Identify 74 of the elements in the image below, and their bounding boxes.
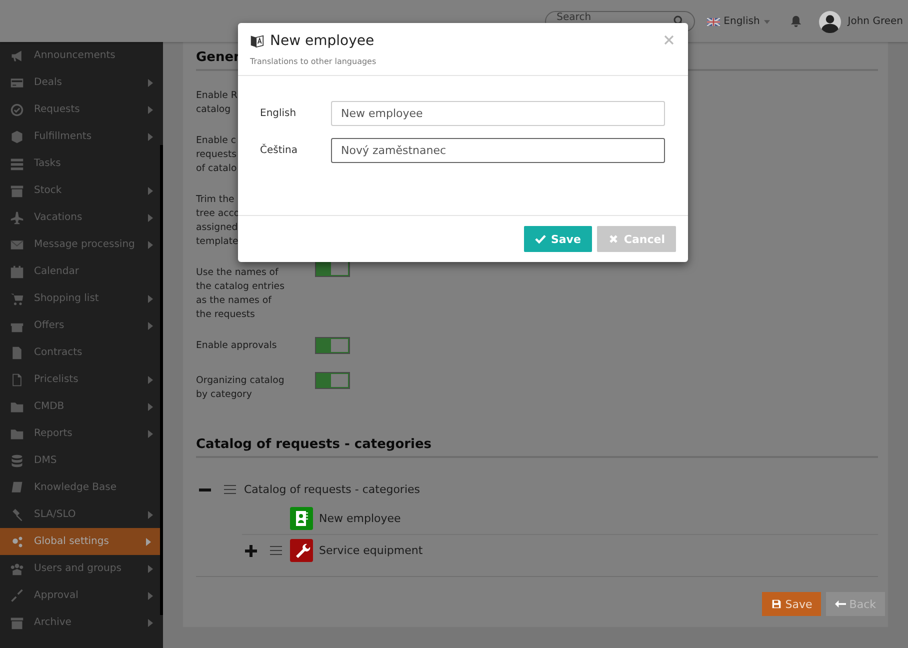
- sidebar-item[interactable]: Archive: [0, 609, 163, 636]
- language-menu[interactable]: English: [706, 11, 770, 32]
- check-icon: [534, 234, 546, 244]
- sidebar-item[interactable]: DMS: [0, 447, 163, 474]
- sidebar-item[interactable]: Vacations: [0, 204, 163, 231]
- section-heading: Catalog of requests - categories: [196, 437, 432, 458]
- dialog-title: New employee: [270, 33, 374, 49]
- list-icon: [10, 156, 24, 170]
- sidebar-item[interactable]: Users and groups: [0, 555, 163, 582]
- sidebar-item[interactable]: Deals: [0, 69, 163, 96]
- calendar-icon: [10, 264, 24, 278]
- sidebar-item[interactable]: Announcements: [0, 42, 163, 69]
- sidebar-item[interactable]: Pricelists: [0, 366, 163, 393]
- arrow-left-icon: [835, 599, 846, 609]
- gavel-icon: [10, 508, 24, 522]
- sidebar-item[interactable]: Global settings: [0, 528, 161, 555]
- sidebar-item[interactable]: Reports: [0, 420, 163, 447]
- dialog-subtitle: Translations to other languages: [250, 57, 378, 66]
- users-icon: [10, 562, 24, 576]
- save-button[interactable]: Save: [524, 226, 592, 252]
- setting-label: Enable R catalog: [196, 89, 238, 117]
- sidebar-item[interactable]: Requests: [0, 96, 163, 123]
- document-icon: [10, 372, 24, 386]
- sidebar-item[interactable]: Contracts: [0, 339, 163, 366]
- toggle-switch[interactable]: [315, 337, 350, 354]
- folder-icon: [10, 426, 24, 440]
- sidebar-item[interactable]: Shopping list: [0, 285, 163, 312]
- toggle-switch[interactable]: [315, 372, 350, 389]
- sidebar-item[interactable]: Calendar: [0, 258, 163, 285]
- caret-icon: [764, 20, 770, 24]
- user-avatar[interactable]: [818, 11, 841, 33]
- bell-icon[interactable]: [790, 15, 802, 27]
- close-button[interactable]: [664, 35, 676, 47]
- x-icon: [608, 234, 619, 244]
- drag-handle-icon[interactable]: [270, 546, 282, 555]
- input-field[interactable]: Nový zaměstnanec: [331, 138, 665, 163]
- sidebar-item[interactable]: Offers: [0, 312, 163, 339]
- envelope-icon: [10, 238, 24, 252]
- sidebar-item[interactable]: CMDB: [0, 393, 163, 420]
- floppy-icon: [771, 599, 782, 609]
- tree-item[interactable]: Catalog of requests - categories: [244, 483, 420, 496]
- drag-handle-icon[interactable]: [224, 485, 236, 494]
- folder-icon: [10, 400, 24, 414]
- sidebar-item[interactable]: Approval: [0, 582, 163, 609]
- user-name[interactable]: John Green: [848, 11, 903, 32]
- scrollbar[interactable]: [160, 145, 163, 615]
- tree-item[interactable]: Service equipment: [319, 544, 423, 557]
- archive-icon: [10, 184, 24, 198]
- document-icon: [10, 346, 24, 360]
- sidebar-item[interactable]: Message processing: [0, 231, 163, 258]
- close-icon: [664, 35, 674, 45]
- archive-icon: [10, 616, 24, 630]
- sidebar-item[interactable]: Stock: [0, 177, 163, 204]
- tree-item[interactable]: New employee: [319, 512, 401, 525]
- database-icon: [10, 454, 24, 468]
- cube-icon: [10, 130, 24, 144]
- flag-icon: [706, 18, 720, 26]
- sidebar-item[interactable]: Knowledge Base: [0, 474, 163, 501]
- setting-label: Use the names of the catalog entries as the names of the requests: [196, 266, 284, 322]
- megaphone-icon: [10, 48, 24, 62]
- setting-label: Enable c requests of catalo: [196, 134, 237, 176]
- setting-label: Organizing catalog by category: [196, 374, 284, 402]
- plane-icon: [10, 210, 24, 224]
- card-icon: [10, 76, 24, 90]
- setting-label: Enable approvals: [196, 339, 277, 353]
- input-field[interactable]: New employee: [331, 101, 665, 126]
- sidebar-item[interactable]: SLA/SLO: [0, 501, 163, 528]
- field-label: Čeština: [260, 145, 299, 156]
- sidebar-item[interactable]: Fulfillments: [0, 123, 163, 150]
- save-button[interactable]: Save: [762, 592, 822, 616]
- field-label: English: [260, 108, 298, 119]
- sidebar-item[interactable]: Tasks: [0, 150, 163, 177]
- expand-icon[interactable]: [245, 544, 257, 556]
- cart-icon: [10, 292, 24, 306]
